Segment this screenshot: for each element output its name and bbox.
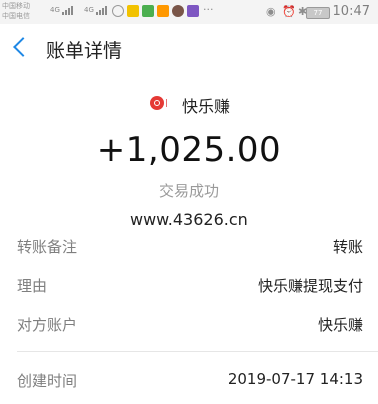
detail-label: 对方账户 (17, 316, 78, 334)
alarm-icon: ⏰ (282, 5, 296, 18)
merchant-logo-mark (166, 99, 172, 107)
detail-label: 创建时间 (17, 372, 78, 390)
back-button[interactable] (13, 37, 33, 57)
signal-icon-2 (96, 6, 107, 15)
merchant-logo-icon (150, 96, 164, 110)
divider (17, 351, 378, 352)
app-notification-icon (157, 5, 169, 17)
detail-label: 理由 (17, 277, 48, 295)
network-type-1: 4G (50, 6, 60, 14)
app-notification-icon (142, 5, 154, 17)
detail-value: 快乐赚提现支付 (257, 277, 363, 295)
eye-icon: ◉ (266, 5, 276, 18)
detail-value: 2019-07-17 14:13 (227, 370, 363, 388)
detail-row-reason: 理由 快乐赚提现支付 (0, 275, 378, 299)
merchant-name: 快乐赚 (182, 97, 231, 116)
app-notification-icon (172, 5, 184, 17)
transaction-status: 交易成功 (158, 182, 219, 200)
nav-bar: 账单详情 (0, 24, 378, 74)
signal-icon (62, 6, 73, 15)
clock: 10:47 (332, 4, 370, 19)
detail-label: 转账备注 (17, 238, 78, 256)
status-bar: 中国移动 中国电信 4G 4G ··· ◉ ⏰ ✱ 77 10:47 (0, 0, 378, 24)
detail-row-created-time: 创建时间 2019-07-17 14:13 (0, 370, 378, 394)
merchant-header: 快乐赚 (0, 94, 378, 116)
app-notification-icon (187, 5, 199, 17)
page-title: 账单详情 (46, 40, 123, 62)
transaction-amount: +1,025.00 (96, 130, 282, 170)
watermark-text: www.43626.cn (130, 210, 248, 229)
more-notifications-icon: ··· (203, 3, 214, 16)
battery-icon: 77 (306, 7, 330, 19)
detail-row-remark: 转账备注 转账 (0, 236, 378, 260)
detail-value: 转账 (332, 238, 363, 256)
app-notification-icon (127, 5, 139, 17)
carrier-primary: 中国移动 (2, 2, 30, 10)
detail-value: 快乐赚 (317, 316, 363, 334)
detail-row-counterparty[interactable]: 对方账户 快乐赚 (0, 314, 378, 338)
wifi-icon (112, 5, 124, 17)
network-type-2: 4G (84, 6, 94, 14)
carrier-secondary: 中国电信 (2, 12, 30, 20)
